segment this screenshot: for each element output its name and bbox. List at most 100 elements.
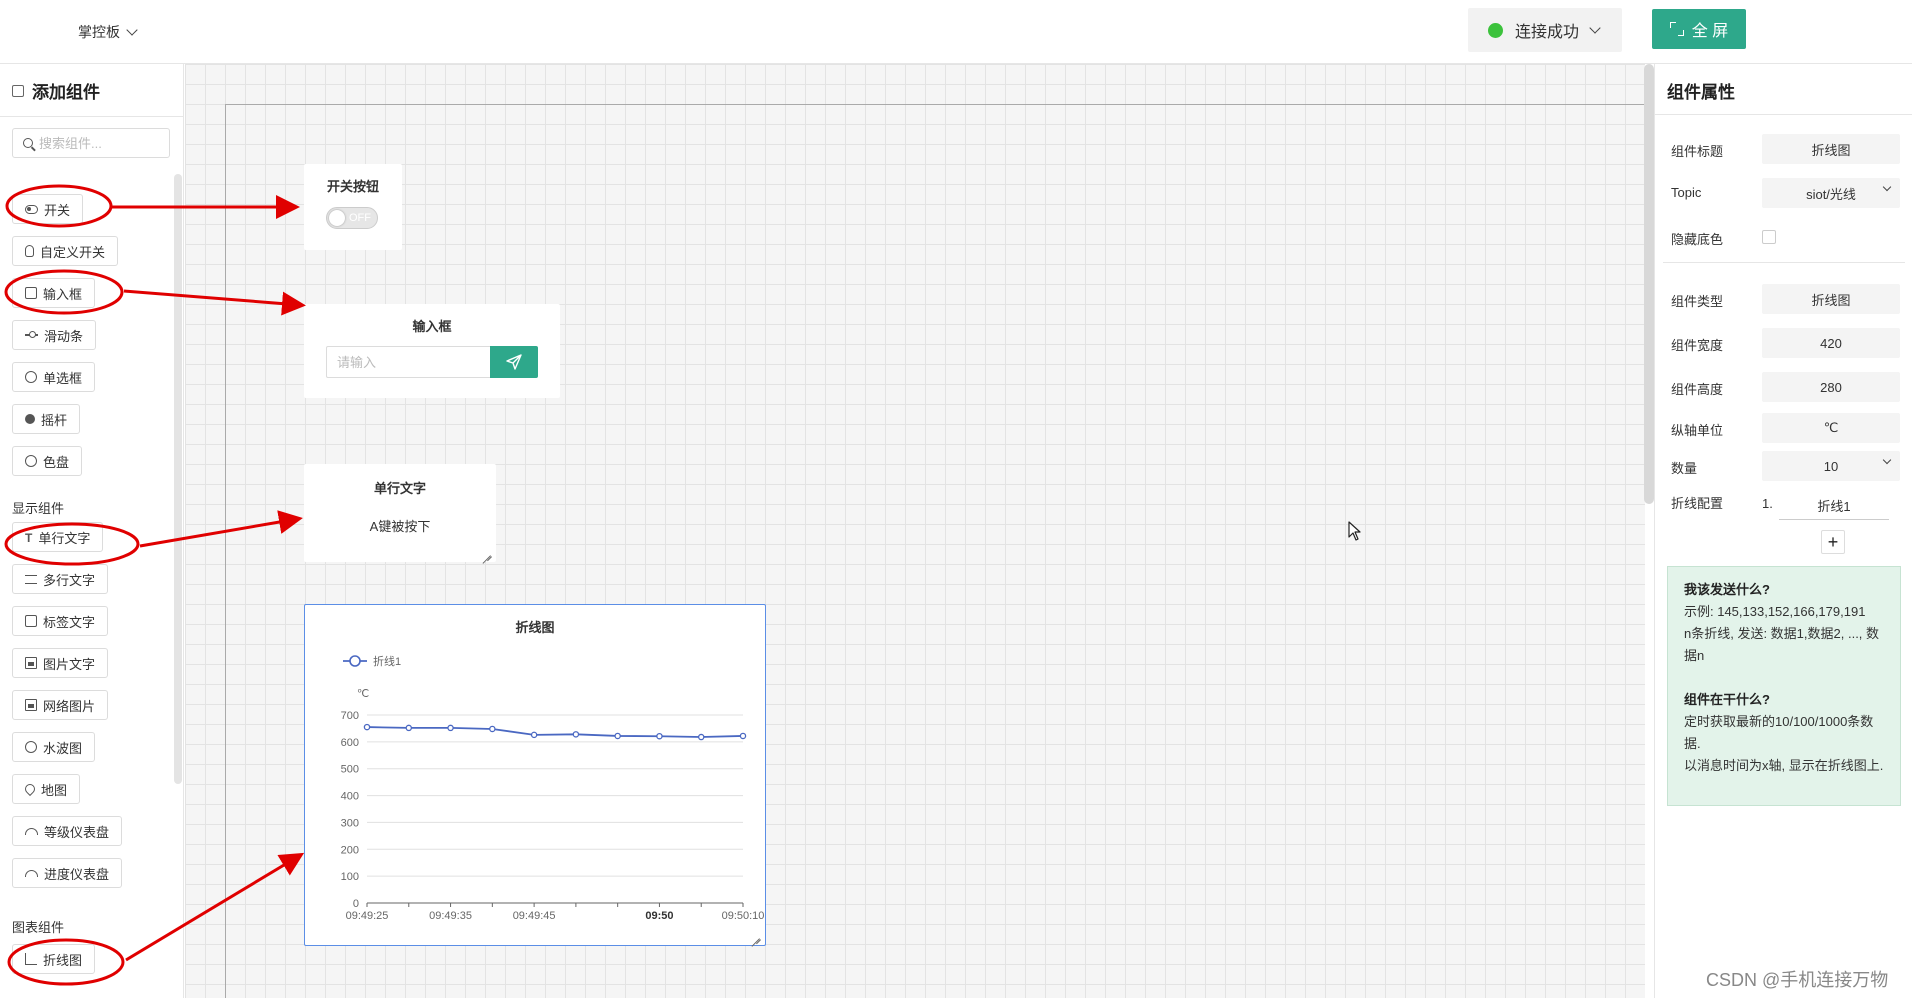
y-tick-label: 600 (341, 737, 359, 749)
chevron-down-icon (1882, 455, 1892, 465)
prop-topic-select[interactable]: siot/光线 (1762, 178, 1900, 208)
mouse-cursor-icon (1348, 521, 1361, 541)
prop-topic-label: Topic (1671, 185, 1702, 200)
data-point (697, 733, 705, 741)
component-single-text[interactable]: T 单行文字 (12, 522, 104, 552)
component-slider[interactable]: 滑动条 (12, 320, 97, 350)
line-chart-icon (25, 953, 37, 965)
sidebar-scrollbar[interactable] (174, 174, 182, 784)
properties-panel: 组件属性 组件标题 折线图 Topic siot/光线 隐藏底色 组件类型 折线… (1654, 64, 1912, 998)
component-label: 色盘 (43, 454, 70, 470)
widget-title: 输入框 (412, 319, 452, 334)
component-palette[interactable]: 色盘 (12, 446, 83, 476)
line-chart-widget[interactable]: 折线图 0 100 200 300 400 500 600 700 09:49:25 09:49:… (304, 604, 766, 946)
hand-icon (25, 245, 34, 257)
component-label: 输入框 (43, 286, 83, 302)
component-label: 标签文字 (43, 614, 96, 630)
divider (1663, 262, 1905, 263)
x-tick-label: 09:50:10 (722, 910, 765, 922)
resize-handle[interactable] (482, 547, 491, 556)
fullscreen-icon (1669, 22, 1684, 36)
legend-marker (349, 655, 361, 667)
water-drop-icon (25, 741, 37, 753)
y-axis-unit: ℃ (357, 688, 369, 700)
prop-width-label: 组件宽度 (1671, 338, 1724, 353)
component-label: 水波图 (43, 740, 83, 756)
prop-topic-value: siot/光线 (1806, 186, 1856, 202)
search-box[interactable] (12, 128, 170, 158)
message-input[interactable] (326, 346, 492, 378)
component-input-box[interactable]: 输入框 (12, 278, 96, 308)
data-point (614, 732, 621, 740)
data-point (572, 731, 580, 738)
help-answer-2a: 定时获取最新的10/100/1000条数据. (1684, 714, 1874, 751)
switch-toggle[interactable]: OFF (326, 207, 378, 229)
fullscreen-button[interactable]: 全 屏 (1652, 9, 1746, 49)
widget-title: 单行文字 (373, 481, 426, 496)
switch-widget[interactable]: 开关按钮 OFF (304, 164, 402, 250)
progress-gauge-icon (25, 869, 38, 877)
component-label: 图片文字 (43, 656, 96, 672)
canvas-scrollbar[interactable] (1644, 64, 1654, 504)
send-button[interactable] (490, 346, 538, 378)
component-multi-text[interactable]: 多行文字 (12, 564, 109, 594)
x-tick-label: 09:49:25 (346, 910, 389, 922)
component-label: 地图 (41, 782, 68, 798)
board-selector[interactable]: 掌控板 (78, 22, 138, 42)
component-map[interactable]: 地图 (12, 774, 81, 804)
y-tick-label: 700 (341, 710, 359, 722)
chevron-down-icon (1882, 182, 1892, 192)
search-input[interactable] (39, 135, 159, 151)
slider-icon (25, 330, 38, 340)
component-image-text[interactable]: 图片文字 (12, 648, 109, 678)
hide-bg-checkbox[interactable] (1762, 230, 1776, 244)
resize-handle[interactable] (751, 930, 760, 939)
x-tick-label: 09:50 (645, 910, 673, 922)
prop-width-field[interactable]: 420 (1762, 328, 1900, 358)
single-text-widget[interactable]: 单行文字 A键被按下 (304, 464, 496, 562)
y-tick-label: 500 (341, 764, 359, 776)
help-question-1: 我该发送什么? (1684, 582, 1770, 597)
component-line-chart[interactable]: 折线图 (12, 944, 96, 974)
add-component-panel: 添加组件 开关 自定义开关 输入框 滑动条 单选框 摇杆 色盘 显示组件 T 单… (0, 64, 184, 998)
input-widget[interactable]: 输入框 (304, 304, 560, 398)
component-joystick[interactable]: 摇杆 (12, 404, 81, 434)
component-switch[interactable]: 开关 (12, 194, 84, 224)
plus-icon: + (1827, 531, 1839, 552)
prop-unit-value: ℃ (1823, 420, 1839, 435)
line-name-input[interactable]: 折线1 (1779, 496, 1889, 520)
component-web-image[interactable]: 网络图片 (12, 690, 109, 720)
prop-height-value: 280 (1820, 379, 1842, 395)
data-point (530, 731, 538, 739)
prop-unit-label: 纵轴单位 (1671, 423, 1724, 438)
component-water-wave[interactable]: 水波图 (12, 732, 96, 762)
edit-box-icon (25, 287, 37, 299)
prop-width-value: 420 (1820, 335, 1842, 351)
toggle-icon (25, 204, 38, 214)
y-tick-label: 0 (353, 898, 359, 910)
prop-count-select[interactable]: 10 (1762, 451, 1900, 481)
component-label: 自定义开关 (40, 244, 106, 260)
component-progress-gauge[interactable]: 进度仪表盘 (12, 858, 123, 888)
component-tag-text[interactable]: 标签文字 (12, 606, 109, 636)
add-line-button[interactable]: + (1821, 530, 1845, 554)
fullscreen-label: 全 屏 (1691, 23, 1729, 40)
tag-text-icon (25, 615, 37, 627)
help-answer-2b: 以消息时间为x轴, 显示在折线图上. (1684, 758, 1884, 773)
component-label: 摇杆 (41, 412, 68, 428)
divider (1655, 114, 1912, 115)
component-label: 开关 (44, 202, 71, 218)
component-label: 折线图 (43, 952, 83, 968)
help-question-2: 组件在干什么? (1684, 692, 1770, 707)
component-custom-switch[interactable]: 自定义开关 (12, 236, 119, 266)
panel-title: 组件属性 (1667, 83, 1735, 102)
component-level-gauge[interactable]: 等级仪表盘 (12, 816, 123, 846)
prop-height-field[interactable]: 280 (1762, 372, 1900, 402)
y-tick-label: 100 (341, 871, 359, 883)
series-line (366, 726, 744, 738)
prop-unit-field[interactable]: ℃ (1762, 413, 1900, 443)
connection-status-dropdown[interactable]: 连接成功 (1468, 8, 1622, 52)
component-radio[interactable]: 单选框 (12, 362, 96, 392)
prop-title-field[interactable]: 折线图 (1762, 134, 1900, 164)
prop-height-label: 组件高度 (1671, 382, 1724, 397)
